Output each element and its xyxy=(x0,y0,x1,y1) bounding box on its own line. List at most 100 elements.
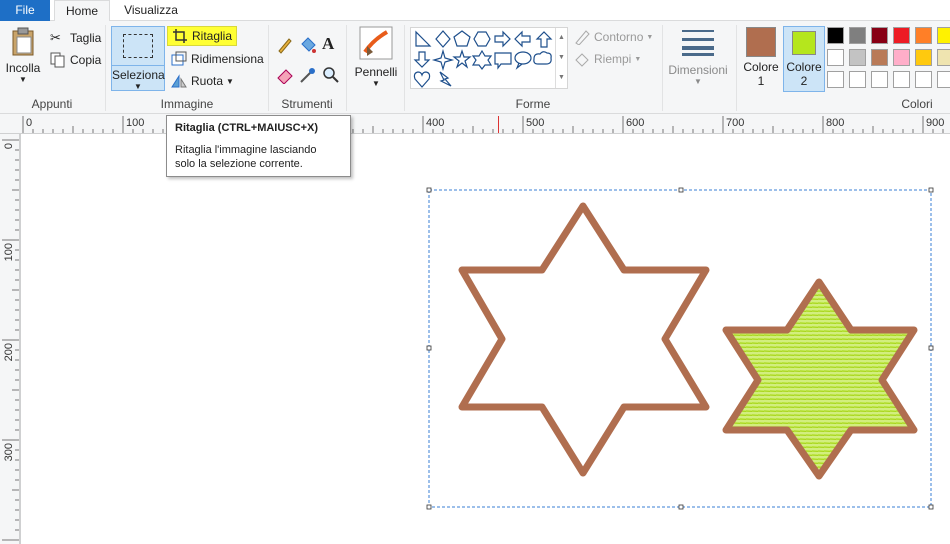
scroll-down-icon[interactable]: ▼ xyxy=(556,48,567,68)
tooltip-line: Ritaglia l'immagine lasciando xyxy=(175,144,317,156)
gallery-expand-icon[interactable]: ▼ xyxy=(556,68,567,88)
scroll-up-icon[interactable]: ▲ xyxy=(556,28,567,48)
chevron-down-icon: ▼ xyxy=(134,82,142,91)
color2-swatch xyxy=(792,31,816,55)
brush-icon xyxy=(359,26,393,60)
palette-swatch[interactable] xyxy=(893,71,910,88)
palette-swatch[interactable] xyxy=(827,49,844,66)
ruler-cursor-marker xyxy=(498,116,499,133)
palette-swatch[interactable] xyxy=(937,71,950,88)
ruler-label: 500 xyxy=(526,117,544,129)
cloud-callout-icon xyxy=(533,51,552,65)
brushes-label: Pennelli xyxy=(354,65,398,79)
palette-swatch[interactable] xyxy=(937,27,950,44)
colors-group-label: Colori xyxy=(901,97,933,111)
palette-swatch[interactable] xyxy=(893,27,910,44)
color1-button[interactable]: Colore 1 xyxy=(741,26,781,90)
size-button[interactable]: Dimensioni ▼ xyxy=(666,27,730,91)
brushes-button[interactable]: Pennelli ▼ xyxy=(352,26,400,92)
crop-label: Ritaglia xyxy=(192,29,233,43)
gallery-scrollbar[interactable]: ▲ ▼ ▼ xyxy=(555,28,567,88)
arrow-down-icon xyxy=(413,51,431,68)
ruler-label: 100 xyxy=(3,243,15,261)
clipboard-icon xyxy=(12,27,34,56)
pencil-icon[interactable] xyxy=(276,36,294,54)
palette-swatch[interactable] xyxy=(849,49,866,66)
shapes-gallery[interactable]: ▲ ▼ ▼ xyxy=(410,27,568,89)
rotate-icon xyxy=(171,73,187,89)
ribbon: Incolla ▼ ✂ Taglia Copia Appunti Selezio… xyxy=(0,21,950,114)
paste-button[interactable]: Incolla ▼ xyxy=(4,27,42,89)
outline-pencil-icon xyxy=(574,29,590,46)
color1-swatch xyxy=(746,27,776,57)
outline-label: Contorno xyxy=(594,30,644,44)
color2-button[interactable]: Colore 2 xyxy=(783,26,825,92)
palette-swatch[interactable] xyxy=(915,49,932,66)
color1-label: Colore xyxy=(743,60,779,74)
tools-group-label: Strumenti xyxy=(281,97,333,111)
palette-swatch[interactable] xyxy=(871,27,888,44)
line-width-icon xyxy=(682,30,714,56)
eraser-icon[interactable] xyxy=(276,66,294,85)
palette-swatch[interactable] xyxy=(871,49,888,66)
color-picker-icon[interactable] xyxy=(299,66,317,84)
select-button[interactable]: Seleziona ▼ xyxy=(111,26,165,91)
ruler-label: 100 xyxy=(126,117,144,129)
palette-swatch[interactable] xyxy=(871,71,888,88)
palette-swatch[interactable] xyxy=(915,71,932,88)
fill-button[interactable]: Riempi ▼ xyxy=(574,51,641,67)
pentagon-icon xyxy=(453,30,471,47)
outline-button[interactable]: Contorno ▼ xyxy=(574,29,654,46)
magnifier-icon[interactable] xyxy=(322,66,340,84)
arrow-right-icon xyxy=(494,30,511,48)
copy-icon xyxy=(50,52,66,68)
arrow-left-icon xyxy=(514,30,531,48)
rotate-button[interactable]: Ruota ▼ xyxy=(171,73,234,89)
tooltip-line: solo la selezione corrente. xyxy=(175,158,303,170)
tab-file[interactable]: File xyxy=(0,0,50,21)
horizontal-ruler: 0100200300400500600700800900 xyxy=(0,114,950,134)
cut-button[interactable]: ✂ Taglia xyxy=(50,30,101,46)
tab-view[interactable]: Visualizza xyxy=(114,0,188,21)
crop-button[interactable]: Ritaglia xyxy=(167,26,238,46)
rotate-label: Ruota xyxy=(191,74,224,88)
shapes-gallery-icons xyxy=(413,30,553,88)
palette-swatch[interactable] xyxy=(849,71,866,88)
paste-label: Incolla xyxy=(5,61,41,75)
palette-swatch[interactable] xyxy=(827,71,844,88)
arrow-up-icon xyxy=(535,31,553,48)
hexagon-icon xyxy=(473,31,491,47)
select-label: Seleziona xyxy=(112,65,165,82)
palette-swatch[interactable] xyxy=(893,49,910,66)
heart-icon xyxy=(413,71,431,88)
five-point-star-icon xyxy=(452,49,472,69)
ruler-ticks: 0 100 200 300 xyxy=(2,139,19,541)
drawing-canvas[interactable] xyxy=(20,134,950,544)
fill-bucket-icon[interactable] xyxy=(299,36,317,54)
crop-tooltip: Ritaglia (CTRL+MAIUSC+X) Ritaglia l'imma… xyxy=(166,115,351,177)
ruler-label: 200 xyxy=(3,343,15,361)
divider xyxy=(346,25,347,111)
canvas-area[interactable] xyxy=(20,134,950,544)
selection-rect-icon xyxy=(123,34,153,58)
palette-swatch[interactable] xyxy=(827,27,844,44)
size-label: Dimensioni xyxy=(668,63,728,77)
lightning-icon xyxy=(439,71,452,87)
resize-button[interactable]: Ridimensiona xyxy=(171,51,264,67)
palette-swatch[interactable] xyxy=(937,49,950,66)
vertical-ruler: 0 100 200 300 xyxy=(0,134,20,544)
palette-swatch[interactable] xyxy=(849,27,866,44)
ruler-label: 700 xyxy=(726,117,744,129)
tab-home[interactable]: Home xyxy=(54,0,110,22)
chevron-down-icon: ▼ xyxy=(694,77,702,86)
fill-label: Riempi xyxy=(594,52,632,66)
palette-swatch[interactable] xyxy=(915,27,932,44)
chevron-down-icon: ▼ xyxy=(646,33,654,41)
right-triangle-icon xyxy=(415,30,432,47)
diamond-icon xyxy=(435,30,451,48)
ribbon-tabs: File Home Visualizza xyxy=(0,0,950,22)
tooltip-title: Ritaglia (CTRL+MAIUSC+X) xyxy=(175,122,319,134)
resize-label: Ridimensiona xyxy=(191,52,264,66)
copy-button[interactable]: Copia xyxy=(50,52,101,68)
text-icon[interactable]: A xyxy=(322,34,334,54)
